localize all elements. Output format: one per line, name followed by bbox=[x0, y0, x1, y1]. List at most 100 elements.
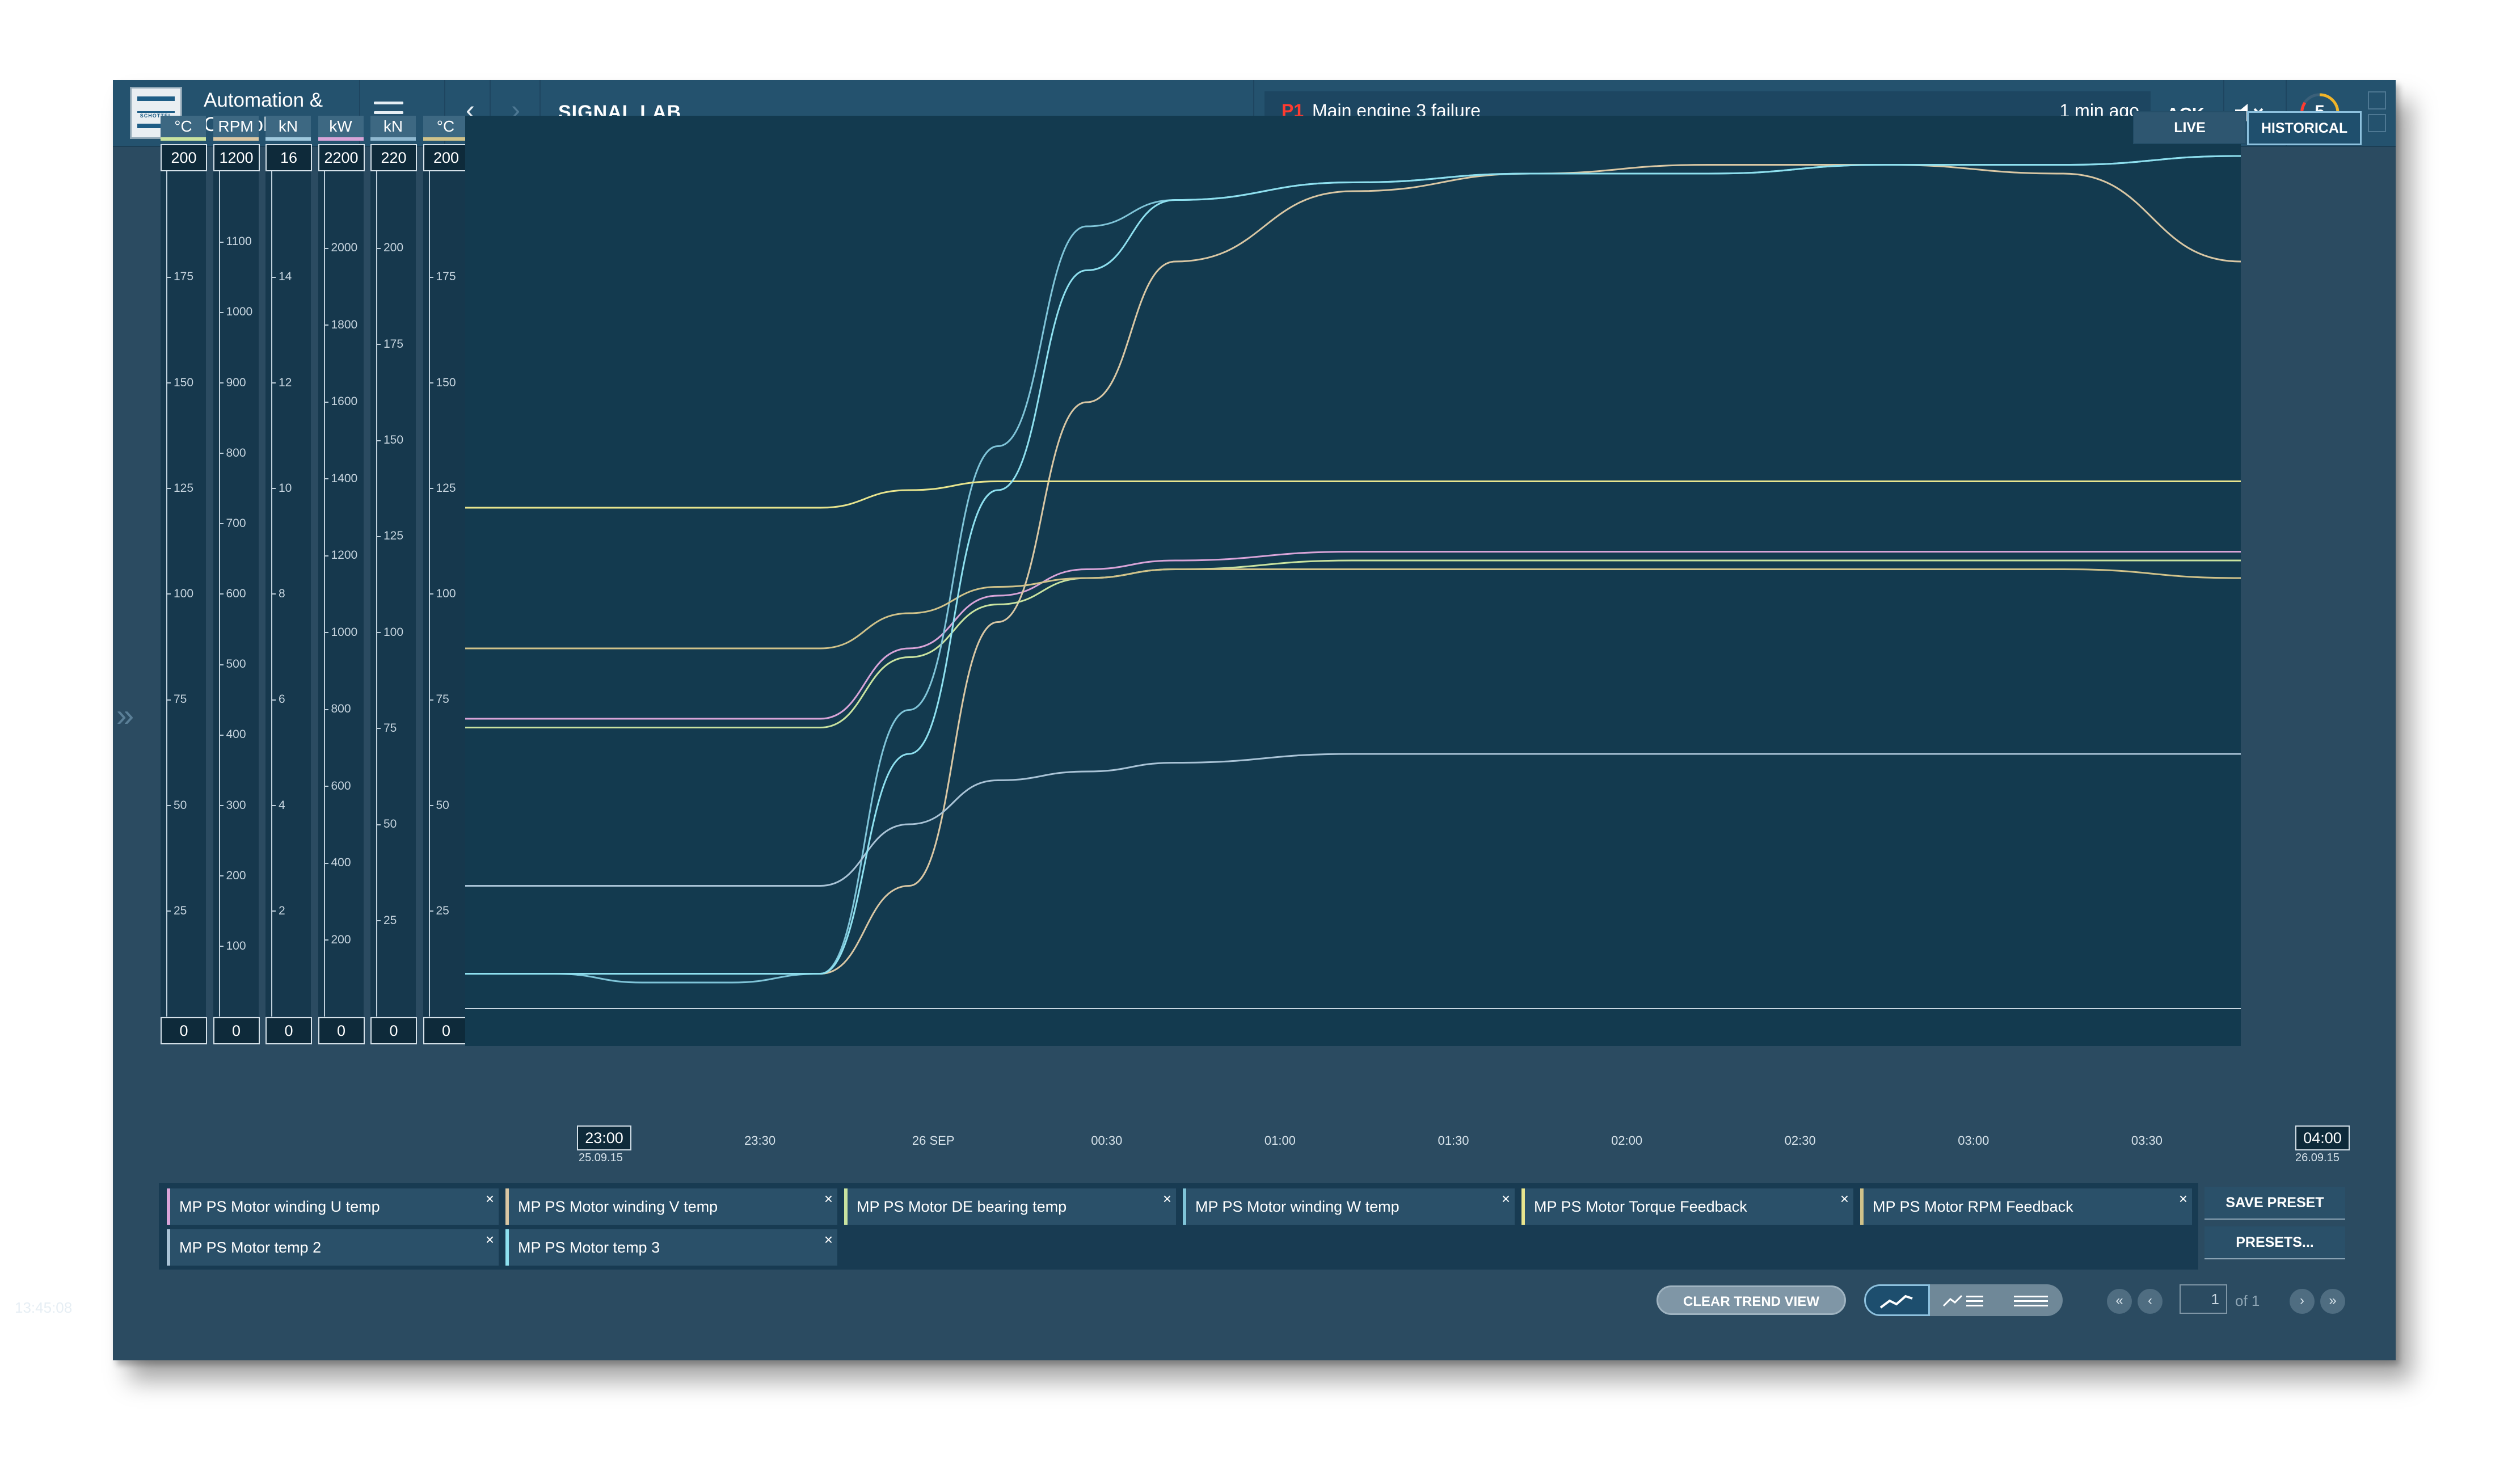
x-tick-label: 01:00 bbox=[1264, 1133, 1296, 1148]
next-page-icon[interactable]: › bbox=[2290, 1289, 2315, 1314]
signal-tag-label: MP PS Motor temp 2 bbox=[179, 1239, 322, 1256]
close-icon[interactable]: × bbox=[824, 1181, 833, 1217]
axis-max-input[interactable]: 16 bbox=[265, 144, 312, 171]
axis-tick-label: 175 bbox=[376, 338, 403, 351]
axis-scale: 14 12 10 8 6 4 2 bbox=[265, 171, 311, 1017]
x-tick-label: 02:00 bbox=[1611, 1133, 1643, 1148]
x-tick-label: 03:00 bbox=[1958, 1133, 1989, 1148]
close-icon[interactable]: × bbox=[486, 1221, 494, 1258]
signal-tag-label: MP PS Motor DE bearing temp bbox=[857, 1198, 1067, 1215]
axis-scale: 1100 1000 900 800 700 600 500 400 300 200 100 bbox=[213, 171, 259, 1017]
axis-color-indicator bbox=[370, 137, 416, 141]
axis-tick-label: 1100 bbox=[219, 235, 252, 248]
y-axis[interactable]: °C 200 175 150 125 100 75 50 25 0 bbox=[161, 116, 207, 1046]
axis-tick-label: 1800 bbox=[324, 318, 358, 332]
axis-unit: °C bbox=[423, 116, 469, 137]
close-icon[interactable]: × bbox=[1163, 1181, 1171, 1217]
axis-tick-label: 6 bbox=[271, 693, 285, 706]
expand-sidebar-icon[interactable]: » bbox=[116, 697, 134, 733]
axis-tick-label: 1200 bbox=[324, 549, 358, 562]
axis-min-input[interactable]: 0 bbox=[423, 1017, 470, 1044]
signal-color-swatch bbox=[1183, 1188, 1186, 1225]
close-icon[interactable]: × bbox=[2179, 1181, 2187, 1217]
chart-only-view-icon[interactable] bbox=[1864, 1284, 1930, 1316]
y-axis[interactable]: °C 200 175 150 125 100 75 50 25 0 bbox=[423, 116, 470, 1046]
first-page-icon[interactable]: « bbox=[2107, 1289, 2132, 1314]
signal-tag[interactable]: MP PS Motor DE bearing temp × bbox=[844, 1188, 1176, 1225]
axis-tick-label: 300 bbox=[219, 799, 246, 812]
axis-tick-label: 50 bbox=[166, 799, 187, 812]
axis-min-input[interactable]: 0 bbox=[161, 1017, 207, 1044]
y-axis[interactable]: kN 16 14 12 10 8 6 4 2 0 bbox=[265, 116, 312, 1046]
y-axis[interactable]: kW 2200 2000 1800 1600 1400 1200 1000 800 600 400 2… bbox=[318, 116, 365, 1046]
signal-tags-panel: MP PS Motor winding U temp × MP PS Motor w… bbox=[159, 1183, 2198, 1270]
system-clock: 13:45:08 bbox=[15, 1299, 73, 1316]
axis-max-input[interactable]: 200 bbox=[423, 144, 470, 171]
axis-tick-label: 200 bbox=[376, 241, 403, 255]
axis-color-indicator bbox=[423, 137, 469, 141]
axis-min-input[interactable]: 0 bbox=[265, 1017, 312, 1044]
view-mode-toggle[interactable] bbox=[1864, 1284, 2063, 1316]
window-controls[interactable] bbox=[2368, 91, 2388, 137]
axis-min-input[interactable]: 0 bbox=[318, 1017, 365, 1044]
historical-mode-button[interactable]: HISTORICAL bbox=[2247, 111, 2362, 145]
trend-chart[interactable] bbox=[465, 116, 2241, 1046]
trend-chart-plot bbox=[465, 155, 2241, 1009]
close-icon[interactable]: × bbox=[1840, 1181, 1849, 1217]
axis-tick-label: 800 bbox=[324, 702, 351, 716]
axis-max-input[interactable]: 1200 bbox=[213, 144, 260, 171]
signal-color-swatch bbox=[1860, 1188, 1864, 1225]
signal-tag[interactable]: MP PS Motor temp 2 × bbox=[167, 1229, 499, 1266]
close-icon[interactable]: × bbox=[824, 1221, 833, 1258]
close-icon[interactable]: × bbox=[1502, 1181, 1510, 1217]
x-tick-label: 02:30 bbox=[1784, 1133, 1816, 1148]
chart-and-list-view-icon[interactable] bbox=[1931, 1284, 1997, 1316]
signal-tag[interactable]: MP PS Motor Torque Feedback × bbox=[1521, 1188, 1853, 1225]
signal-tag[interactable]: MP PS Motor winding V temp × bbox=[505, 1188, 837, 1225]
axis-tick-label: 2 bbox=[271, 904, 285, 918]
x-tick-label[interactable]: 23:00 bbox=[577, 1125, 631, 1150]
x-tick-label[interactable]: 04:00 bbox=[2295, 1125, 2350, 1150]
axis-tick-label: 700 bbox=[219, 517, 246, 530]
live-mode-button[interactable]: LIVE bbox=[2133, 111, 2246, 144]
axis-color-indicator bbox=[161, 137, 206, 141]
signal-tag[interactable]: MP PS Motor winding W temp × bbox=[1183, 1188, 1515, 1225]
axis-tick-label: 125 bbox=[376, 529, 403, 543]
page-number-input[interactable]: 1 bbox=[2180, 1284, 2227, 1314]
axis-tick-label: 12 bbox=[271, 376, 292, 390]
save-preset-button[interactable]: SAVE PRESET bbox=[2204, 1187, 2345, 1220]
axis-scale: 175 150 125 100 75 50 25 bbox=[161, 171, 206, 1017]
axis-max-input[interactable]: 2200 bbox=[318, 144, 365, 171]
list-only-view-icon[interactable] bbox=[1998, 1284, 2063, 1316]
y-axis[interactable]: RPM 1200 1100 1000 900 800 700 600 500 400 300 200 1… bbox=[213, 116, 260, 1046]
signal-color-swatch bbox=[505, 1188, 509, 1225]
axis-max-input[interactable]: 200 bbox=[161, 144, 207, 171]
page-count: of 1 bbox=[2235, 1292, 2260, 1309]
close-icon[interactable]: × bbox=[486, 1181, 494, 1217]
axis-tick-label: 14 bbox=[271, 270, 292, 284]
presets-button[interactable]: PRESETS... bbox=[2204, 1226, 2345, 1259]
axis-tick-label: 100 bbox=[219, 939, 246, 953]
signal-tag[interactable]: MP PS Motor temp 3 × bbox=[505, 1229, 837, 1266]
axis-tick-label: 125 bbox=[429, 482, 456, 495]
axis-tick-label: 600 bbox=[324, 779, 351, 793]
axis-tick-label: 125 bbox=[166, 482, 193, 495]
axis-max-input[interactable]: 220 bbox=[370, 144, 417, 171]
signal-color-swatch bbox=[1521, 1188, 1525, 1225]
last-page-icon[interactable]: » bbox=[2320, 1289, 2345, 1314]
signal-tag-label: MP PS Motor winding U temp bbox=[179, 1198, 380, 1215]
signal-tag[interactable]: MP PS Motor RPM Feedback × bbox=[1860, 1188, 2192, 1225]
axis-tick-label: 100 bbox=[429, 587, 456, 601]
signal-tag[interactable]: MP PS Motor winding U temp × bbox=[167, 1188, 499, 1225]
axis-tick-label: 1000 bbox=[219, 305, 253, 319]
series-line bbox=[465, 753, 2241, 887]
y-axis[interactable]: kN 220 200 175 150 125 100 75 50 25 0 bbox=[370, 116, 417, 1046]
axis-tick-label: 400 bbox=[324, 856, 351, 870]
axis-color-indicator bbox=[265, 137, 311, 141]
series-line bbox=[465, 550, 2241, 720]
x-tick-label: 03:30 bbox=[2131, 1133, 2163, 1148]
prev-page-icon[interactable]: ‹ bbox=[2138, 1289, 2163, 1314]
axis-min-input[interactable]: 0 bbox=[213, 1017, 260, 1044]
axis-min-input[interactable]: 0 bbox=[370, 1017, 417, 1044]
clear-trend-view-button[interactable]: CLEAR TREND VIEW bbox=[1656, 1285, 1846, 1315]
